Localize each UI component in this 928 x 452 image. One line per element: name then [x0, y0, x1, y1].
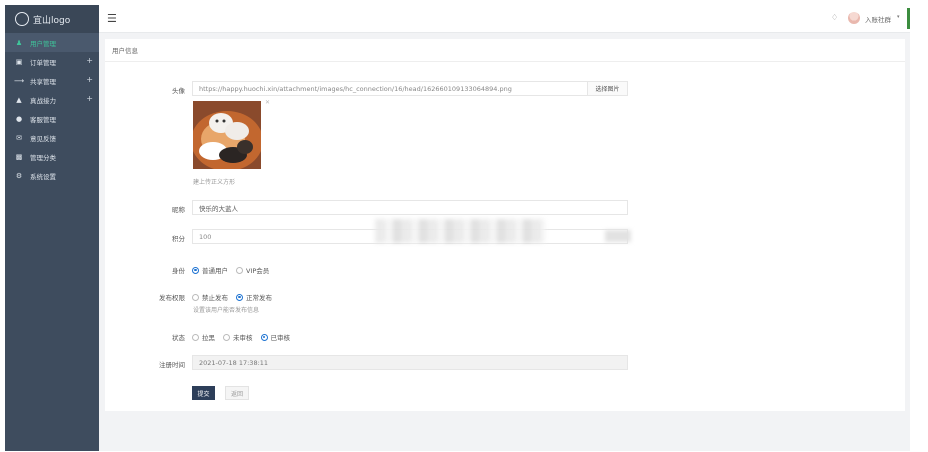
- card-title: 用户信息: [105, 39, 905, 62]
- submit-button[interactable]: 提交: [192, 386, 215, 400]
- chevron-down-icon[interactable]: ▾: [897, 14, 900, 20]
- points-label: 积分: [172, 235, 185, 243]
- radio-publish-normal[interactable]: [236, 293, 243, 301]
- register-time-label: 注册时间: [159, 361, 185, 369]
- nickname-label: 昵称: [172, 206, 185, 214]
- redacted-area: [605, 230, 631, 242]
- status-radio-group: 拉黑 未审核 已审核: [192, 332, 298, 342]
- sidebar-item-category[interactable]: ▩ 管理分类: [5, 147, 99, 166]
- sidebar-item-label: 管理分类: [30, 153, 56, 162]
- identity-radio-group: 普通用户 VIP会员: [192, 265, 277, 275]
- menu-toggle-icon[interactable]: ☰: [107, 12, 117, 25]
- register-time-field: 2021-07-18 17:38:11: [192, 355, 628, 370]
- radio-status-unreviewed[interactable]: [223, 333, 230, 341]
- radio-vip[interactable]: [236, 266, 243, 274]
- logo-circle-icon: [15, 12, 29, 26]
- publish-label: 发布权限: [159, 294, 185, 302]
- sidebar-item-label: 真战接力: [30, 96, 56, 105]
- radio-label: 正常发布: [246, 294, 272, 302]
- radio-normal-user[interactable]: [192, 266, 199, 274]
- sidebar-item-label: 客服管理: [30, 115, 56, 124]
- status-label: 状态: [172, 334, 185, 342]
- redacted-area: [375, 219, 545, 243]
- sidebar-item-orders[interactable]: ▣ 订单管理 +: [5, 52, 99, 71]
- expand-plus-icon: +: [86, 94, 93, 103]
- radio-status-reviewed[interactable]: [260, 333, 268, 341]
- app-window: 宜山logo ♟ 用户管理 ▣ 订单管理 + ⟶ 共享管理 + ▲ 真战接力 +…: [5, 5, 910, 451]
- gears-icon: ⚙: [15, 171, 23, 180]
- logo: 宜山logo: [5, 5, 99, 33]
- sidebar-item-label: 意见反馈: [30, 134, 56, 143]
- publish-hint: 设置该用户能否发布信息: [193, 307, 260, 314]
- sidebar-item-settings[interactable]: ⚙ 系统设置: [5, 166, 99, 185]
- avatar[interactable]: [848, 12, 860, 24]
- radio-label: 普通用户: [202, 267, 228, 275]
- username[interactable]: 入账社群: [865, 14, 891, 24]
- mail-icon: ✉: [16, 133, 22, 142]
- sidebar-item-users[interactable]: ♟ 用户管理: [5, 33, 99, 52]
- pick-image-button[interactable]: 选择图片: [588, 81, 628, 96]
- trophy-icon: ▲: [16, 95, 22, 104]
- avatar-hint: 建上传正义方形: [193, 179, 236, 186]
- avatar-preview-image: [193, 101, 261, 169]
- sidebar-item-label: 共享管理: [30, 77, 56, 86]
- publish-radio-group: 禁止发布 正常发布: [192, 292, 280, 302]
- radio-publish-forbidden[interactable]: [192, 293, 199, 301]
- radio-label: 已审核: [270, 334, 291, 342]
- user-info-card: 用户信息 头像 https://happy.huochi.xin/attachm…: [105, 39, 905, 411]
- bell-icon[interactable]: ♢: [831, 13, 838, 22]
- logo-text: 宜山logo: [33, 15, 71, 26]
- sidebar-item-label: 系统设置: [30, 172, 56, 181]
- remove-image-icon[interactable]: ✕: [265, 99, 270, 106]
- share-icon: ⟶: [14, 76, 25, 85]
- sidebar-item-service[interactable]: ● 客服管理: [5, 109, 99, 128]
- top-bar: ☰ ♢ 入账社群 ▾: [99, 5, 910, 33]
- sidebar-item-feedback[interactable]: ✉ 意见反馈: [5, 128, 99, 147]
- identity-label: 身份: [172, 267, 185, 275]
- radio-label: 拉黑: [202, 334, 215, 342]
- sidebar-item-relay[interactable]: ▲ 真战接力 +: [5, 90, 99, 109]
- radio-label: VIP会员: [246, 267, 270, 275]
- sidebar-item-label: 用户管理: [30, 39, 56, 48]
- radio-label: 禁止发布: [202, 294, 228, 302]
- radio-status-blacklist[interactable]: [192, 333, 199, 341]
- expand-plus-icon: +: [86, 56, 93, 65]
- back-button[interactable]: 返回: [225, 386, 249, 400]
- sidebar-item-share[interactable]: ⟶ 共享管理 +: [5, 71, 99, 90]
- sidebar: 宜山logo ♟ 用户管理 ▣ 订单管理 + ⟶ 共享管理 + ▲ 真战接力 +…: [5, 5, 99, 451]
- orders-icon: ▣: [15, 57, 23, 66]
- chat-icon: ●: [15, 114, 23, 123]
- avatar-url-input[interactable]: https://happy.huochi.xin/attachment/imag…: [192, 81, 588, 96]
- accent-bar: [907, 8, 910, 29]
- user-icon: ♟: [15, 38, 23, 47]
- sidebar-item-label: 订单管理: [30, 58, 56, 67]
- hierarchy-icon: ▩: [15, 152, 23, 161]
- nickname-input[interactable]: 快乐的大蓝人: [192, 200, 628, 215]
- radio-label: 未审核: [233, 334, 253, 342]
- avatar-label: 头像: [172, 87, 185, 95]
- expand-plus-icon: +: [86, 75, 93, 84]
